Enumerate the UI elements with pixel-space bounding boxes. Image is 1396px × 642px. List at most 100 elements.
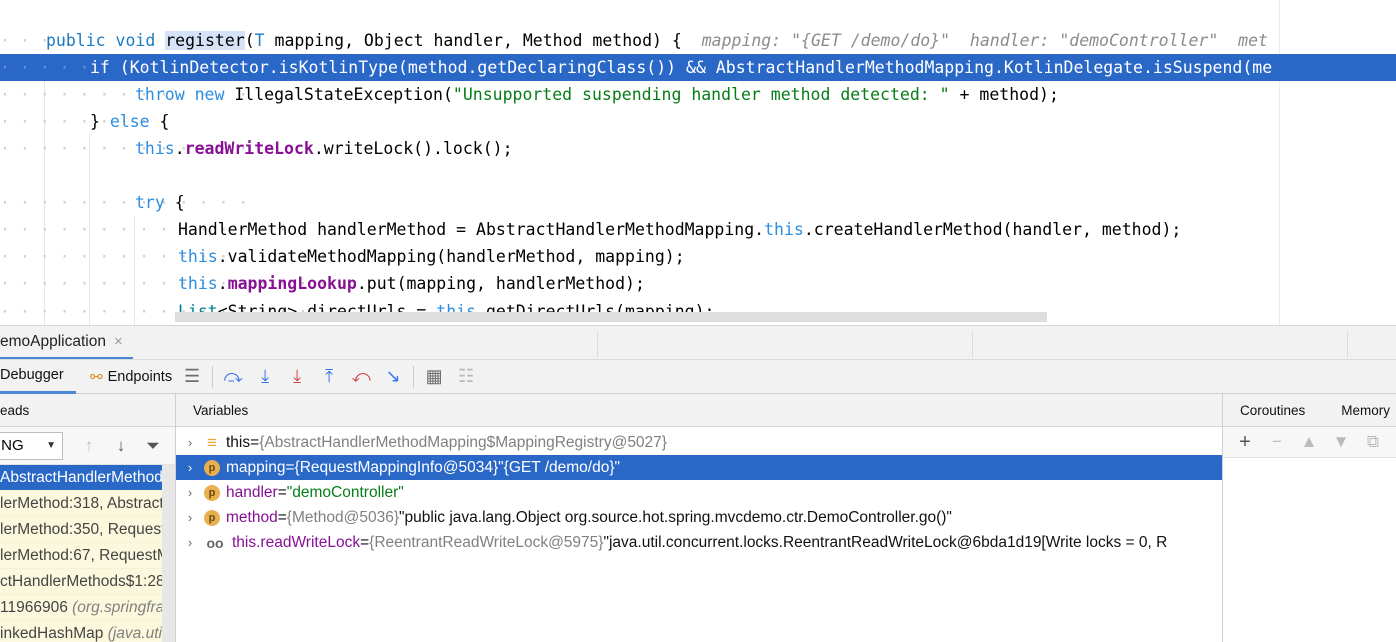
frames-panel: eads ING ▼ ↑ ↓ ⏷ AbstractHandlerMethod l… bbox=[0, 394, 176, 642]
tab-debugger[interactable]: Debugger bbox=[0, 359, 76, 394]
frame-item[interactable]: lerMethod:318, Abstract bbox=[0, 491, 175, 517]
code-editor[interactable]: · · · · public void register(T mapping, … bbox=[0, 0, 1396, 325]
code-line-else[interactable]: · · · · · · · · · } else { bbox=[0, 108, 1396, 135]
run-tab-demo-application[interactable]: emoApplication × bbox=[0, 326, 133, 360]
code-text: if (KotlinDetector.isKotlinType(method.g… bbox=[90, 58, 1273, 77]
arrow-down-icon[interactable]: ↓ bbox=[105, 436, 137, 456]
evaluate-expression-icon[interactable]: ▦ bbox=[418, 363, 450, 391]
variable-row-read-write-lock[interactable]: › oo this.readWriteLock = {ReentrantRead… bbox=[176, 530, 1222, 555]
add-icon[interactable]: + bbox=[1229, 431, 1261, 454]
frame-library: (org.springfra bbox=[72, 599, 165, 616]
variable-name: this bbox=[226, 434, 251, 451]
tab-memory[interactable]: Memory bbox=[1341, 403, 1390, 418]
menu-icon[interactable]: ☰ bbox=[176, 363, 208, 391]
code-text: .writeLock().lock(); bbox=[313, 139, 513, 158]
chevron-right-icon[interactable]: › bbox=[176, 505, 204, 530]
frame-item[interactable]: ctHandlerMethods$1:28 bbox=[0, 569, 175, 595]
variable-equals: = bbox=[250, 434, 260, 451]
tab-endpoints-label: Endpoints bbox=[107, 368, 173, 385]
run-to-cursor-icon[interactable]: ↘ bbox=[377, 363, 409, 391]
code-line-validate[interactable]: · · · · · · · · · · · · · · · · · this.v… bbox=[0, 243, 1396, 270]
move-down-icon[interactable]: ▼ bbox=[1325, 432, 1357, 452]
trace-stream-icon[interactable]: ☷ bbox=[450, 363, 482, 391]
frame-label: AbstractHandlerMethod bbox=[0, 469, 163, 486]
keyword-public: public bbox=[46, 31, 106, 50]
code-text: .put(mapping, handlerMethod); bbox=[356, 274, 645, 293]
keyword-throw: throw bbox=[135, 85, 185, 104]
horizontal-scrollbar[interactable] bbox=[175, 312, 1047, 322]
code-text: } bbox=[90, 112, 110, 131]
code-text: + method); bbox=[949, 85, 1059, 104]
variable-reference: {AbstractHandlerMethodMapping$MappingReg… bbox=[259, 434, 667, 451]
code-line-create-handler[interactable]: · · · · · · · · · · · · · · · · · Handle… bbox=[0, 216, 1396, 243]
thread-selector[interactable]: ING ▼ bbox=[0, 431, 63, 460]
force-step-into-icon[interactable]: ⤓ bbox=[281, 363, 313, 391]
chevron-down-icon: ▼ bbox=[46, 440, 56, 451]
chevron-right-icon[interactable]: › bbox=[176, 530, 204, 555]
tab-debugger-label: Debugger bbox=[0, 367, 64, 383]
type-parameter: T bbox=[254, 31, 265, 50]
watch-glasses-icon: oo bbox=[206, 534, 224, 551]
tab-coroutines[interactable]: Coroutines bbox=[1240, 403, 1305, 418]
arrow-up-icon[interactable]: ↑ bbox=[73, 436, 105, 456]
variable-row-this[interactable]: › ≡ this = {AbstractHandlerMethodMapping… bbox=[176, 430, 1222, 455]
divider bbox=[1347, 332, 1348, 358]
code-line-throw[interactable]: · · · · · · · · · · · · · throw new Ille… bbox=[0, 81, 1396, 108]
variable-value: "java.util.concurrent.locks.ReentrantRea… bbox=[603, 534, 1168, 551]
field-read-write-lock: readWriteLock bbox=[184, 139, 314, 158]
code-line-lock[interactable]: · · · · · · · · · · · · · this.readWrite… bbox=[0, 135, 1396, 162]
variable-name: mapping bbox=[226, 459, 286, 476]
frame-item[interactable]: AbstractHandlerMethod bbox=[0, 465, 175, 491]
frame-item[interactable]: lerMethod:67, RequestM bbox=[0, 543, 175, 569]
remove-icon[interactable]: − bbox=[1261, 432, 1293, 452]
coroutines-memory-panel: Coroutines Memory + − ▲ ▼ ⧉ bbox=[1223, 394, 1396, 642]
step-over-icon[interactable]: ⤼ bbox=[217, 363, 249, 391]
whitespace-dots: · · · · · · · · · · · · · bbox=[0, 193, 249, 212]
variables-panel-header: Variables bbox=[176, 394, 1222, 427]
chevron-right-icon[interactable]: › bbox=[176, 430, 204, 455]
keyword-this: this bbox=[178, 247, 218, 266]
right-panel-header: Coroutines Memory bbox=[1223, 394, 1396, 427]
variable-row-handler[interactable]: › p handler = "demoController" bbox=[176, 480, 1222, 505]
code-line-mapping-lookup[interactable]: · · · · · · · · · · · · · · · · · this.m… bbox=[0, 270, 1396, 297]
variable-reference: {Method@5036} bbox=[286, 509, 400, 526]
code-paren: ( bbox=[244, 31, 255, 50]
code-line-current-execution[interactable]: · · · · · · · · · if (KotlinDetector.isK… bbox=[0, 54, 1396, 81]
code-line-signature[interactable]: · · · · public void register(T mapping, … bbox=[0, 27, 1396, 54]
code-text: mapping, Object handler, Method method) … bbox=[264, 31, 682, 50]
copy-icon[interactable]: ⧉ bbox=[1357, 432, 1389, 452]
frame-item[interactable]: lerMethod:350, Request bbox=[0, 517, 175, 543]
variable-equals: = bbox=[277, 509, 287, 526]
step-into-icon[interactable]: ⤓ bbox=[249, 363, 281, 391]
close-icon[interactable]: × bbox=[114, 333, 123, 350]
variables-panel: Variables › ≡ this = {AbstractHandlerMet… bbox=[176, 394, 1223, 642]
code-text: . bbox=[174, 139, 185, 158]
divider bbox=[597, 332, 598, 358]
variable-row-method[interactable]: › p method = {Method@5036} "public java.… bbox=[176, 505, 1222, 530]
filter-icon[interactable]: ⏷ bbox=[137, 436, 169, 456]
code-line-try[interactable]: · · · · · · · · · · · · · try { bbox=[0, 189, 1396, 216]
frame-item[interactable]: 11966906 (org.springfra bbox=[0, 595, 175, 621]
frames-panel-title: eads bbox=[0, 402, 30, 418]
inline-debug-hint: mapping: "{GET /demo/do}" handler: "demo… bbox=[701, 31, 1268, 50]
code-text: . bbox=[217, 274, 228, 293]
move-up-icon[interactable]: ▲ bbox=[1293, 432, 1325, 452]
tab-endpoints[interactable]: ⚯ Endpoints bbox=[76, 359, 182, 394]
drop-frame-icon[interactable]: ⤺ bbox=[345, 363, 377, 391]
method-name-register[interactable]: register bbox=[165, 31, 245, 50]
frame-item[interactable]: inkedHashMap (java.util bbox=[0, 621, 175, 642]
variable-equals: = bbox=[285, 459, 295, 476]
variable-row-mapping[interactable]: › p mapping = {RequestMappingInfo@5034} … bbox=[176, 455, 1222, 480]
frame-library: (java.util bbox=[107, 625, 166, 642]
variable-value: "{GET /demo/do}" bbox=[498, 459, 621, 476]
code-line-blank[interactable] bbox=[0, 162, 1396, 189]
parameter-icon: p bbox=[204, 509, 220, 526]
step-out-icon[interactable]: ⤒ bbox=[313, 363, 345, 391]
variable-equals: = bbox=[360, 534, 370, 551]
keyword-new: new bbox=[194, 85, 225, 104]
run-tab-label: emoApplication bbox=[0, 332, 106, 350]
divider bbox=[212, 365, 214, 388]
chevron-right-icon[interactable]: › bbox=[176, 480, 204, 505]
vertical-scrollbar[interactable] bbox=[162, 465, 175, 642]
chevron-right-icon[interactable]: › bbox=[176, 455, 204, 480]
